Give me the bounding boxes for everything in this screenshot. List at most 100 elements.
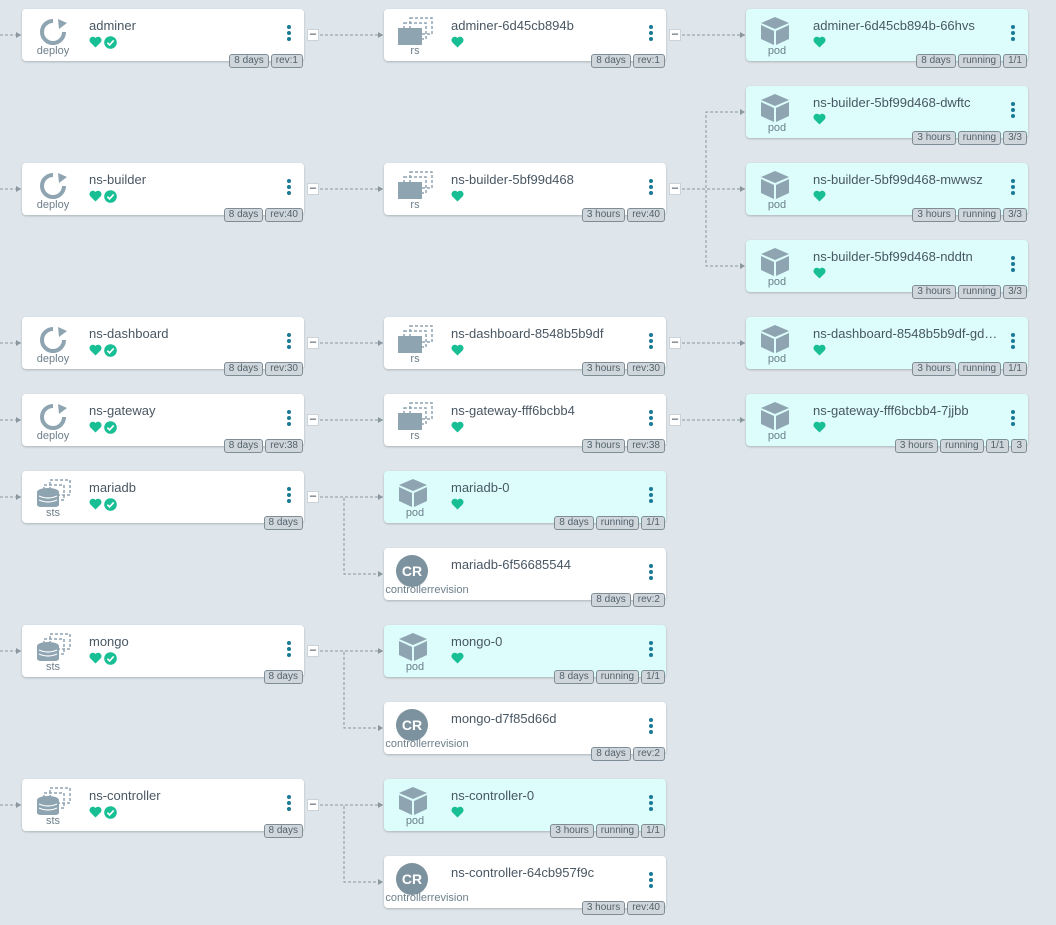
info-tag: 3 hours (581, 362, 626, 376)
more-vertical-icon[interactable] (647, 718, 655, 738)
more-vertical-icon[interactable] (285, 795, 293, 815)
resource-name[interactable]: ns-builder-5bf99d468 (451, 172, 636, 187)
info-tag: 3 hours (581, 208, 626, 222)
collapse-toggle-button[interactable]: − (307, 490, 319, 503)
status-icons (813, 267, 826, 281)
more-vertical-icon[interactable] (647, 564, 655, 584)
resource-node-rs[interactable]: rs ns-builder-5bf99d468 3 hours rev:40− (384, 163, 681, 222)
resource-node-deploy[interactable]: deploy ns-builder 8 days rev:40− (22, 163, 319, 222)
info-tag: running (957, 362, 1002, 376)
more-vertical-icon[interactable] (285, 25, 293, 45)
resource-name[interactable]: adminer-6d45cb894b-66hvs (813, 18, 998, 33)
resource-node-deploy[interactable]: deploy ns-gateway 8 days rev:38− (22, 394, 319, 453)
resource-name[interactable]: mariadb-6f56685544 (451, 557, 636, 572)
resource-node-deploy[interactable]: deploy adminer 8 days rev:1− (22, 9, 319, 68)
resource-node-pod[interactable]: pod ns-builder-5bf99d468-nddtn 3 hours runn… (746, 240, 1028, 299)
more-vertical-icon[interactable] (647, 872, 655, 892)
more-vertical-icon[interactable] (1009, 410, 1017, 430)
more-vertical-icon[interactable] (647, 179, 655, 199)
resource-name[interactable]: ns-controller-0 (451, 788, 636, 803)
edge-arrowhead (378, 340, 383, 346)
collapse-toggle-button[interactable]: − (307, 644, 319, 657)
resource-name[interactable]: ns-gateway-fff6bcbb4-7jjbb (813, 403, 998, 418)
resource-name[interactable]: ns-dashboard (89, 326, 274, 341)
more-vertical-icon[interactable] (647, 795, 655, 815)
more-vertical-icon[interactable] (285, 410, 293, 430)
resource-name[interactable]: mongo-0 (451, 634, 636, 649)
statefulset-icon (34, 633, 72, 662)
resource-node-deploy[interactable]: deploy ns-dashboard 8 days rev:30− (22, 317, 319, 376)
more-vertical-icon[interactable] (647, 333, 655, 353)
more-vertical-icon[interactable] (1009, 102, 1017, 122)
resource-name[interactable]: ns-dashboard-8548b5b9df-gd… (813, 326, 998, 341)
more-vertical-icon[interactable] (1009, 256, 1017, 276)
collapse-toggle-button[interactable]: − (307, 182, 319, 195)
collapse-toggle-button[interactable]: − (307, 798, 319, 811)
resource-node-sts[interactable]: sts mongo 8 days − (22, 625, 319, 684)
resource-node-pod[interactable]: pod ns-controller-0 3 hours running 1/1 (384, 779, 666, 838)
resource-node-pod[interactable]: pod ns-builder-5bf99d468-dwftc 3 hours runn… (746, 86, 1028, 145)
resource-node-pod[interactable]: pod adminer-6d45cb894b-66hvs 8 days running… (746, 9, 1028, 68)
more-vertical-icon[interactable] (1009, 25, 1017, 45)
resource-node-pod[interactable]: pod ns-gateway-fff6bcbb4-7jjbb 3 hours runn… (746, 394, 1028, 453)
collapse-toggle-button[interactable]: − (669, 28, 681, 41)
more-vertical-icon[interactable] (285, 641, 293, 661)
info-tag: rev:1 (632, 54, 665, 68)
resource-node-controllerrevision[interactable]: CR controllerrevision ns-controller-64cb95… (384, 856, 666, 915)
collapse-toggle-button[interactable]: − (669, 182, 681, 195)
resource-name[interactable]: adminer (89, 18, 274, 33)
collapse-toggle-button[interactable]: − (307, 413, 319, 426)
more-vertical-icon[interactable] (1009, 333, 1017, 353)
status-icons (451, 421, 464, 435)
resource-node-sts[interactable]: sts mariadb 8 days − (22, 471, 319, 530)
resource-name[interactable]: ns-builder (89, 172, 274, 187)
info-tags: 3 hours rev:40 (581, 208, 665, 222)
resource-name[interactable]: ns-dashboard-8548b5b9df (451, 326, 636, 341)
collapse-toggle-button[interactable]: − (307, 28, 319, 41)
resource-node-rs[interactable]: rs ns-dashboard-8548b5b9df 3 hours rev:30− (384, 317, 681, 376)
resource-node-pod[interactable]: pod ns-builder-5bf99d468-mwwsz 3 hours runn… (746, 163, 1028, 222)
edge-arrowhead (16, 648, 21, 654)
resource-node-pod[interactable]: pod ns-dashboard-8548b5b9df-gd… 3 hours run… (746, 317, 1028, 376)
resource-node-pod[interactable]: pod mariadb-0 8 days running 1/1 (384, 471, 666, 530)
resource-name[interactable]: ns-controller (89, 788, 274, 803)
more-vertical-icon[interactable] (285, 333, 293, 353)
more-vertical-icon[interactable] (285, 487, 293, 507)
resource-node-controllerrevision[interactable]: CR controllerrevision mariadb-6f56685544 8 … (384, 548, 666, 607)
resource-name[interactable]: mongo (89, 634, 274, 649)
resource-name[interactable]: mongo-d7f85d66d (451, 711, 636, 726)
info-tag: 3/3 (1003, 285, 1027, 299)
collapse-toggle-button[interactable]: − (669, 336, 681, 349)
collapse-toggle-button[interactable]: − (307, 336, 319, 349)
resource-name[interactable]: mariadb-0 (451, 480, 636, 495)
controllerrevision-icon: CR (394, 708, 432, 742)
collapse-toggle-button[interactable]: − (669, 413, 681, 426)
more-vertical-icon[interactable] (647, 641, 655, 661)
resource-name[interactable]: ns-builder-5bf99d468-dwftc (813, 95, 998, 110)
controllerrevision-icon: CR (394, 862, 432, 896)
resource-node-rs[interactable]: rs adminer-6d45cb894b 8 days rev:1− (384, 9, 681, 68)
heart-icon (89, 498, 102, 512)
resource-name[interactable]: ns-gateway-fff6bcbb4 (451, 403, 636, 418)
info-tag: 1/1 (641, 516, 665, 530)
resource-name[interactable]: ns-gateway (89, 403, 274, 418)
resource-name[interactable]: ns-builder-5bf99d468-nddtn (813, 249, 998, 264)
more-vertical-icon[interactable] (647, 410, 655, 430)
edge-arrowhead (378, 186, 383, 192)
resource-node-pod[interactable]: pod mongo-0 8 days running 1/1 (384, 625, 666, 684)
resource-name[interactable]: adminer-6d45cb894b (451, 18, 636, 33)
info-tag: rev:40 (265, 208, 303, 222)
more-vertical-icon[interactable] (1009, 179, 1017, 199)
more-vertical-icon[interactable] (647, 25, 655, 45)
status-icons (89, 190, 117, 204)
resource-name[interactable]: ns-builder-5bf99d468-mwwsz (813, 172, 998, 187)
resource-node-controllerrevision[interactable]: CR controllerrevision mongo-d7f85d66d 8 day… (384, 702, 666, 761)
more-vertical-icon[interactable] (285, 179, 293, 199)
info-tag: 1/1 (641, 824, 665, 838)
resource-node-rs[interactable]: rs ns-gateway-fff6bcbb4 3 hours rev:38− (384, 394, 681, 453)
info-tags: 8 days rev:1 (229, 54, 303, 68)
resource-node-sts[interactable]: sts ns-controller 8 days − (22, 779, 319, 838)
resource-name[interactable]: mariadb (89, 480, 274, 495)
resource-name[interactable]: ns-controller-64cb957f9c (451, 865, 636, 880)
more-vertical-icon[interactable] (647, 487, 655, 507)
